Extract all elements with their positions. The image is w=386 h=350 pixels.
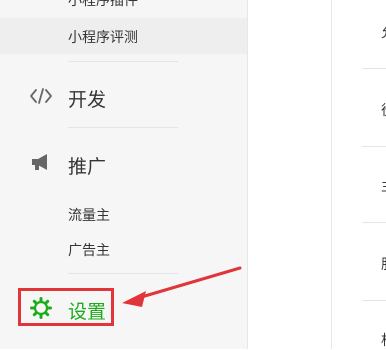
sidebar-item-promote[interactable]: 推广 <box>0 140 247 186</box>
divider <box>68 127 178 128</box>
panel-divider <box>362 146 386 147</box>
sidebar-item-label: 小程序评测 <box>68 30 138 46</box>
panel-text: 相 <box>381 330 386 350</box>
panel-text: 服 <box>381 254 386 274</box>
panel-divider <box>362 222 386 223</box>
annotation-highlight-box <box>18 288 114 326</box>
divider <box>68 61 178 62</box>
panel-text: 役 <box>381 100 386 120</box>
sidebar-item-label: 广告主 <box>68 243 110 259</box>
sidebar-item-dev[interactable]: 开发 <box>0 74 247 120</box>
panel-text: 主 <box>381 176 386 196</box>
sidebar-item-plugin[interactable]: 小程序插件 <box>68 0 138 10</box>
panel-text: 允 <box>381 22 386 42</box>
megaphone-icon <box>29 150 53 174</box>
right-panel <box>331 0 386 349</box>
sidebar-item-label: 流量主 <box>68 208 110 224</box>
code-icon <box>29 84 53 108</box>
panel-divider <box>362 68 386 69</box>
panel-divider <box>362 300 386 301</box>
sidebar-item-label: 推广 <box>68 156 107 178</box>
sidebar-item-traffic-owner[interactable]: 流量主 <box>68 205 110 225</box>
sidebar-item-ad-owner[interactable]: 广告主 <box>68 240 110 260</box>
arrow-icon <box>122 266 242 307</box>
sidebar-item-review[interactable]: 小程序评测 <box>68 27 138 47</box>
sidebar-item-label: 开发 <box>68 89 107 111</box>
sidebar-item-label: 小程序插件 <box>68 0 138 9</box>
